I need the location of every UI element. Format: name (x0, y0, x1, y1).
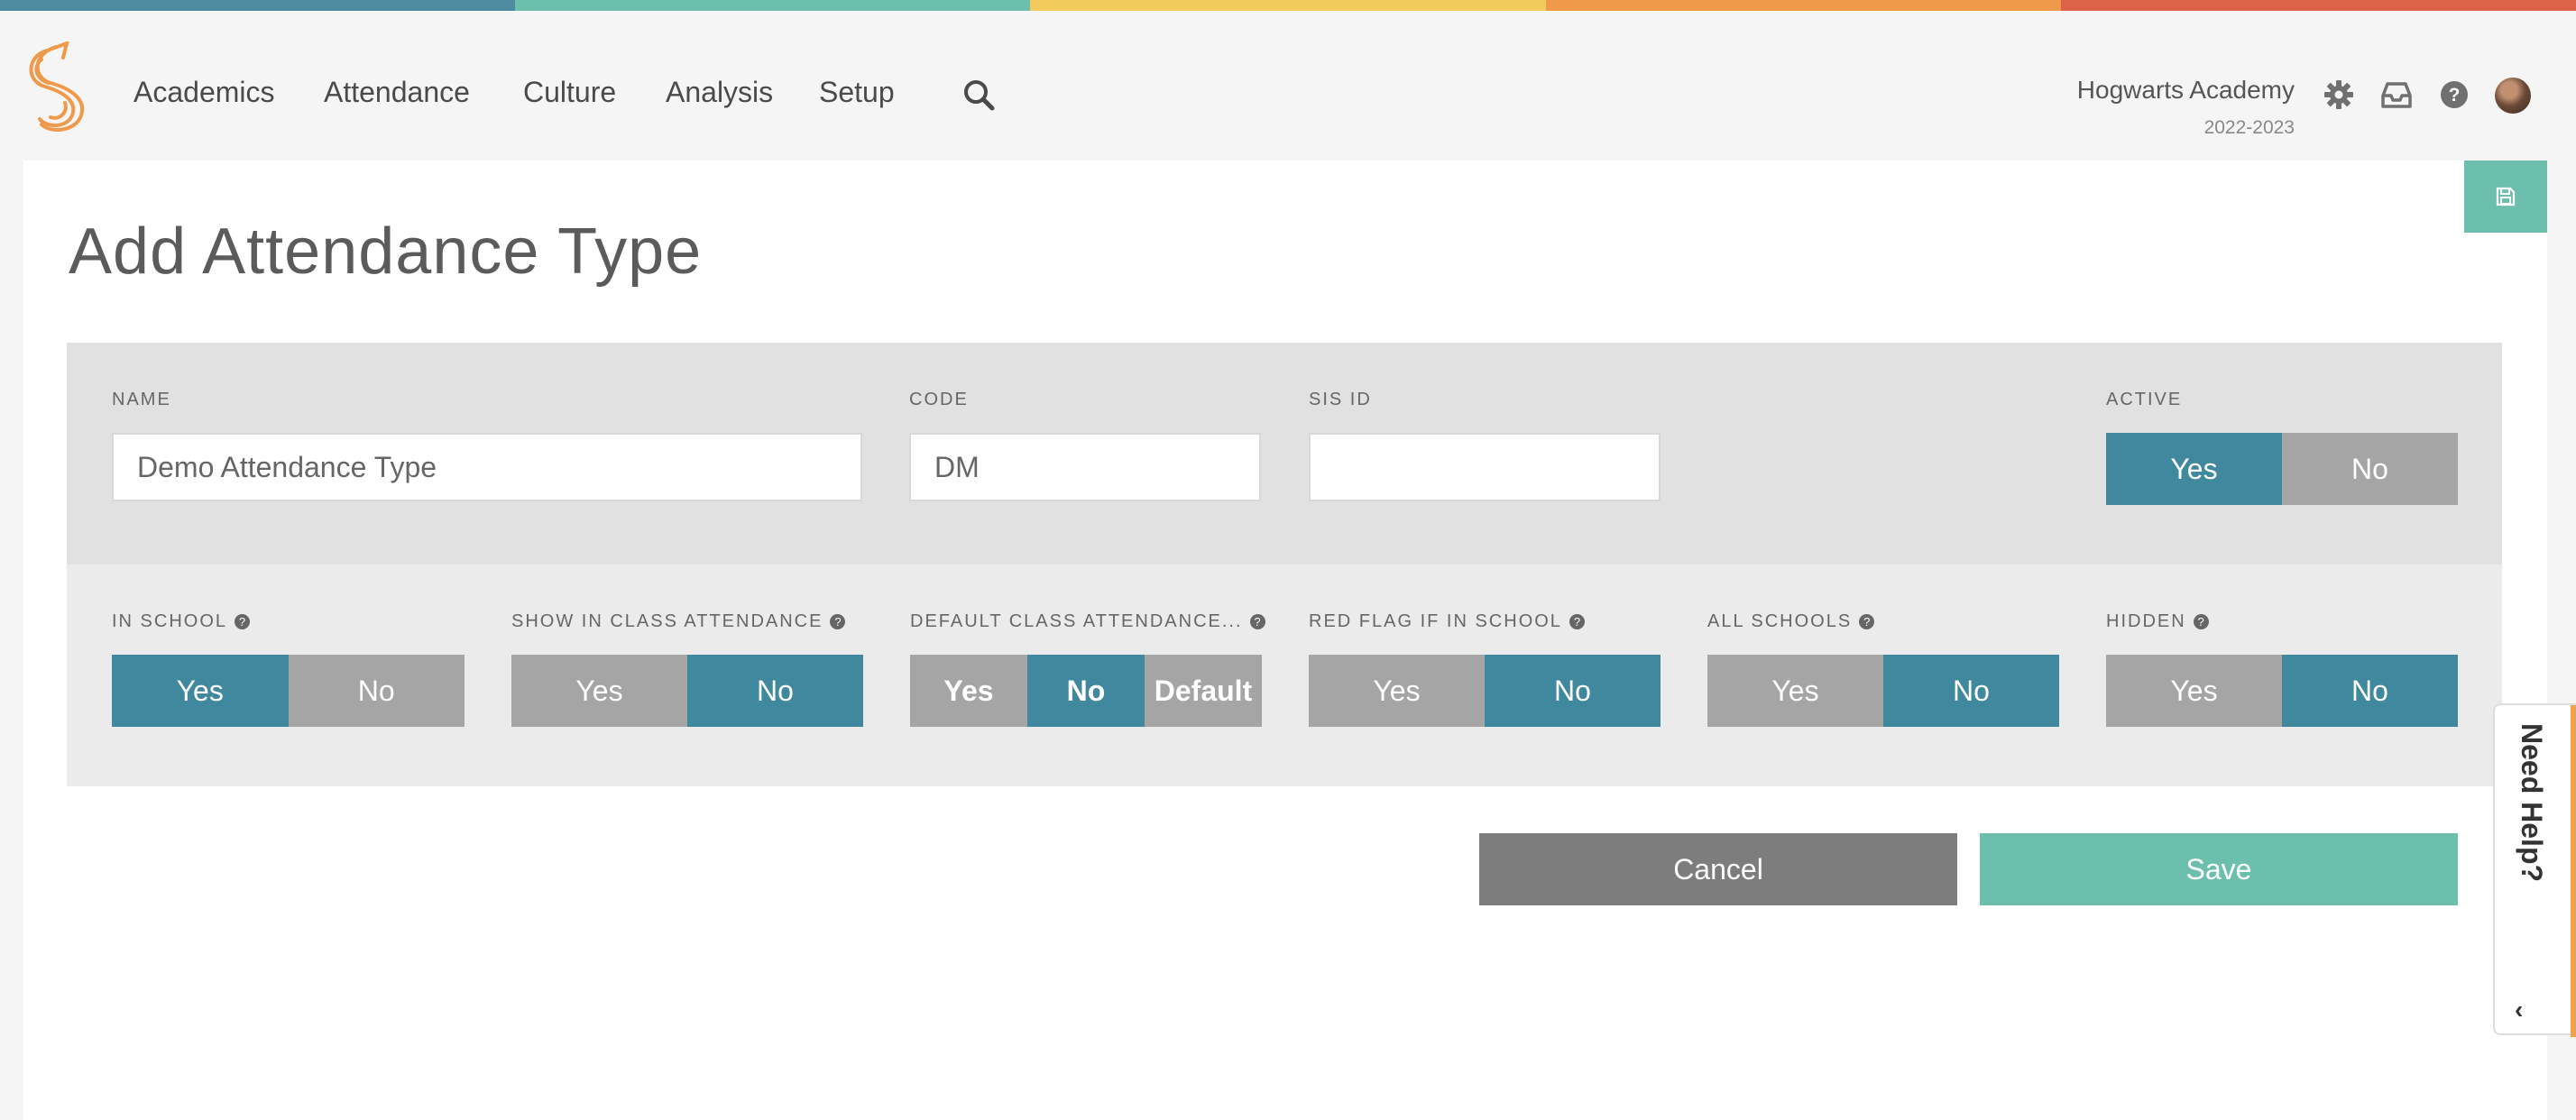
default-class-default-option[interactable]: Default (1145, 655, 1262, 727)
default-class-yes-option[interactable]: Yes (910, 655, 1027, 727)
hidden-label-text: HIDDEN (2106, 611, 2186, 631)
in-school-no-option[interactable]: No (288, 655, 465, 727)
page-title: Add Attendance Type (69, 216, 703, 288)
stripe-segment (2060, 0, 2576, 11)
red-flag-label-text: RED FLAG IF IN SCHOOL (1309, 611, 1562, 631)
default-class-toggle: Yes No Default (910, 655, 1262, 727)
nav-academics[interactable]: Academics (133, 76, 275, 109)
all-schools-label-text: ALL SCHOOLS (1707, 611, 1853, 631)
active-no-option[interactable]: No (2282, 433, 2458, 505)
nav-culture[interactable]: Culture (523, 76, 616, 109)
show-in-class-toggle: Yes No (511, 655, 863, 727)
save-button[interactable]: Save (1980, 833, 2458, 905)
logo-icon[interactable] (20, 41, 96, 132)
quick-save-button[interactable] (2464, 161, 2547, 233)
floppy-disk-icon (2496, 187, 2516, 207)
help-icon[interactable]: ? (1249, 614, 1265, 629)
school-year: 2022-2023 (2203, 117, 2295, 138)
help-circle-icon[interactable]: ? (2437, 78, 2471, 112)
school-name[interactable]: Hogwarts Academy (2077, 76, 2295, 105)
default-class-label: DEFAULT CLASS ATTENDANCE...? (910, 611, 1265, 632)
cancel-button[interactable]: Cancel (1479, 833, 1957, 905)
inbox-icon[interactable] (2379, 78, 2414, 112)
help-icon[interactable]: ? (2193, 614, 2209, 629)
show-in-class-label: SHOW IN CLASS ATTENDANCE? (511, 611, 846, 632)
red-flag-yes-option[interactable]: Yes (1309, 655, 1485, 727)
default-class-label-text: DEFAULT CLASS ATTENDANCE... (910, 611, 1243, 631)
nav-attendance[interactable]: Attendance (324, 76, 470, 109)
all-schools-toggle: Yes No (1707, 655, 2059, 727)
search-icon[interactable] (961, 78, 996, 112)
default-class-no-option[interactable]: No (1027, 655, 1145, 727)
hidden-toggle: Yes No (2106, 655, 2458, 727)
red-flag-label: RED FLAG IF IN SCHOOL? (1309, 611, 1585, 632)
active-toggle: Yes No (2106, 433, 2458, 505)
help-icon[interactable]: ? (830, 614, 846, 629)
help-icon[interactable]: ? (235, 614, 251, 629)
need-help-tab[interactable]: Need Help? ‹ (2493, 703, 2576, 1037)
sis-id-field[interactable] (1309, 433, 1661, 501)
active-label: ACTIVE (2106, 390, 2183, 409)
show-in-class-yes-option[interactable]: Yes (511, 655, 687, 727)
top-navigation: Academics Attendance Culture Analysis Se… (0, 11, 2576, 159)
stripe-segment (1030, 0, 1546, 11)
in-school-toggle: Yes No (112, 655, 465, 727)
all-schools-label: ALL SCHOOLS? (1707, 611, 1875, 632)
need-help-label: Need Help? (2516, 723, 2548, 883)
show-in-class-label-text: SHOW IN CLASS ATTENDANCE (511, 611, 823, 631)
in-school-label-text: IN SCHOOL (112, 611, 228, 631)
all-schools-yes-option[interactable]: Yes (1707, 655, 1883, 727)
show-in-class-no-option[interactable]: No (687, 655, 863, 727)
name-field[interactable] (112, 433, 862, 501)
all-schools-no-option[interactable]: No (1883, 655, 2059, 727)
help-icon[interactable]: ? (1569, 614, 1585, 629)
nav-setup[interactable]: Setup (819, 76, 895, 109)
stripe-segment (1545, 0, 2061, 11)
code-label: CODE (909, 390, 969, 409)
stripe-segment (515, 0, 1031, 11)
help-icon[interactable]: ? (1859, 614, 1875, 629)
brand-stripe (0, 0, 2576, 11)
active-yes-option[interactable]: Yes (2106, 433, 2282, 505)
red-flag-no-option[interactable]: No (1485, 655, 1661, 727)
code-field[interactable] (909, 433, 1261, 501)
svg-text:?: ? (2449, 85, 2461, 106)
hidden-no-option[interactable]: No (2282, 655, 2458, 727)
in-school-yes-option[interactable]: Yes (112, 655, 289, 727)
hidden-yes-option[interactable]: Yes (2106, 655, 2282, 727)
sis-id-label: SIS ID (1309, 390, 1372, 409)
help-tab-accent (2571, 705, 2576, 1037)
in-school-label: IN SCHOOL? (112, 611, 251, 632)
stripe-segment (0, 0, 516, 11)
avatar[interactable] (2495, 78, 2531, 114)
nav-analysis[interactable]: Analysis (666, 76, 773, 109)
gear-icon[interactable] (2322, 78, 2356, 112)
hidden-label: HIDDEN? (2106, 611, 2209, 632)
name-label: NAME (112, 390, 171, 409)
red-flag-toggle: Yes No (1309, 655, 1661, 727)
chevron-left-icon[interactable]: ‹ (2515, 996, 2523, 1024)
